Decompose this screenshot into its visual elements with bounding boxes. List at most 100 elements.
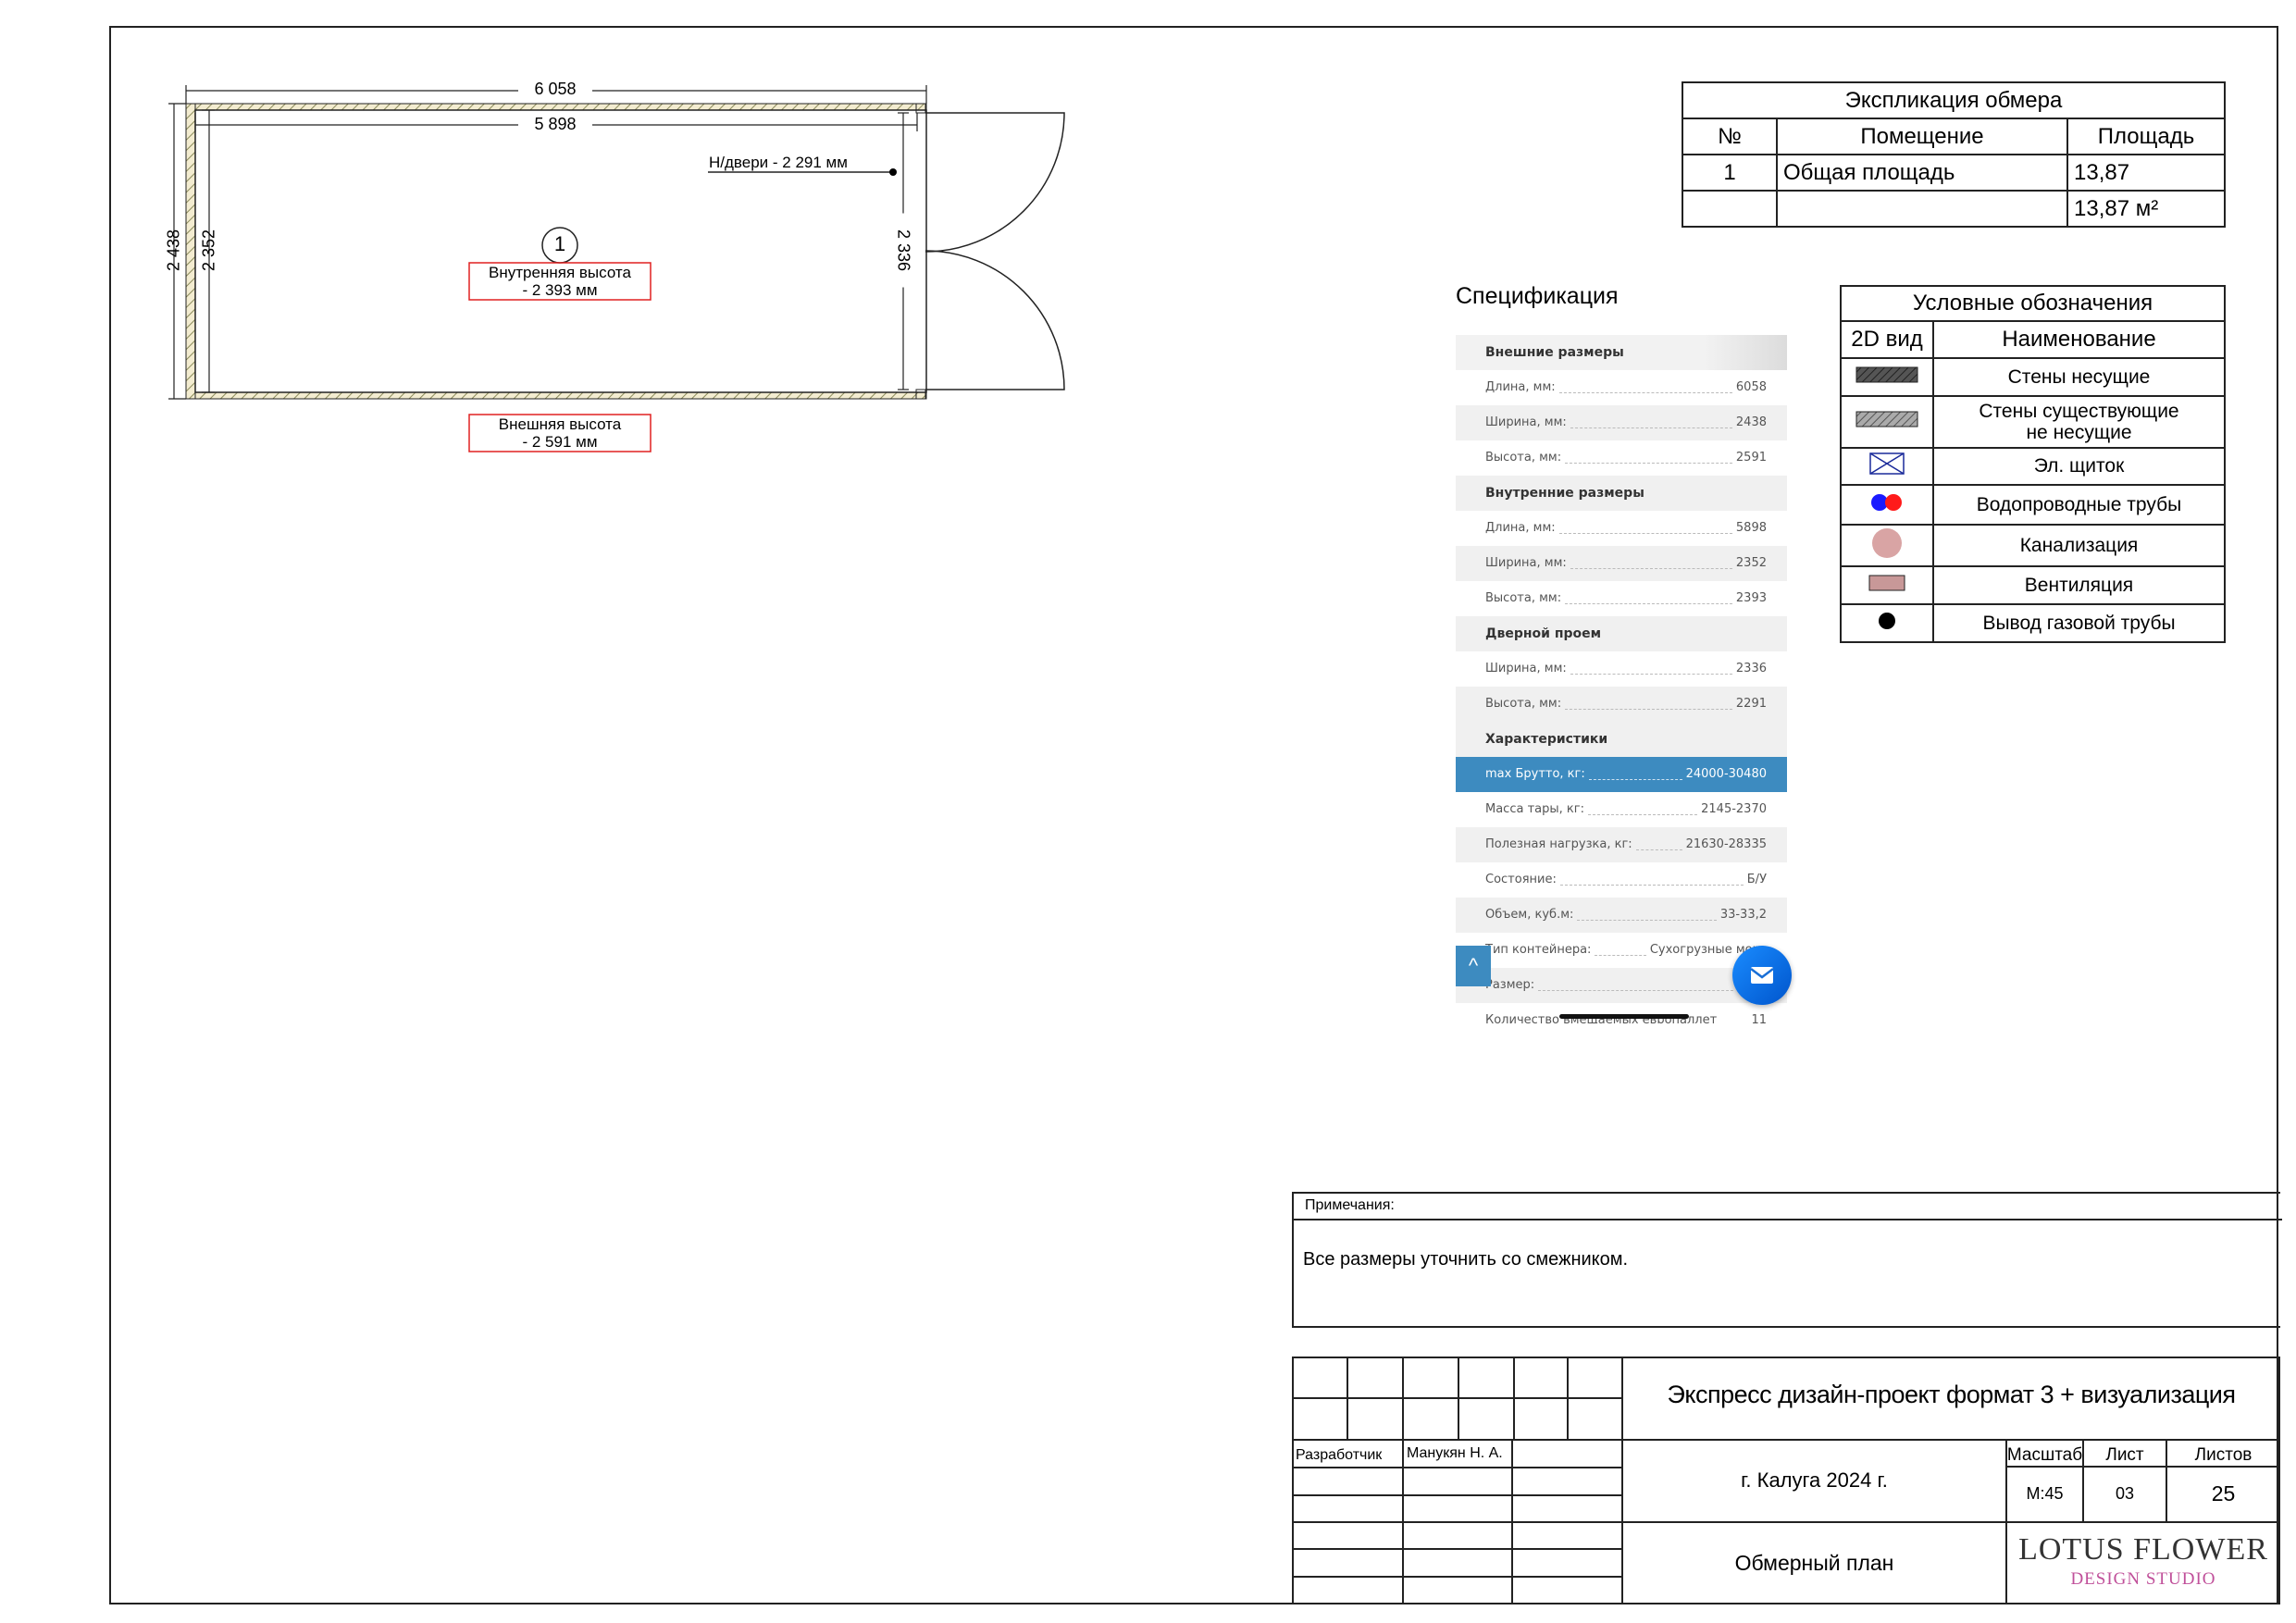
spec-row: Ширина, мм: 2336 [1456, 651, 1787, 687]
logo-top: LOTUS FLOWER [2018, 1532, 2268, 1567]
dim-inner-length: 5 898 [518, 115, 592, 134]
sheet-title: Обмерный план [1734, 1551, 1894, 1575]
legend-name-bearing-wall: Стены несущие [1932, 357, 2226, 397]
legend-title: Условные обозначения [1840, 285, 2226, 322]
spec-label: Высота, мм: [1485, 697, 1562, 711]
explication-row-area: 13,87 [2066, 154, 2226, 192]
scale-label: Масштаб [2006, 1445, 2083, 1465]
outer-height-label: Внешняя высота - 2 591 мм [469, 415, 651, 451]
scroll-up-button[interactable]: ^ [1456, 946, 1491, 986]
water-pipes-icon [1871, 493, 1902, 511]
spec-value: 2145-2370 [1701, 802, 1767, 816]
logo-bottom: DESIGN STUDIO [2070, 1569, 2216, 1589]
title-block: Экспресс дизайн-проект формат 3 + визуал… [1292, 1357, 2280, 1604]
legend-name-gas-pipe: Вывод газовой трубы [1932, 603, 2226, 643]
city-year: г. Калуга 2024 г. [1741, 1468, 1888, 1492]
door-leaf-bottom [925, 250, 1065, 390]
spec-value: 2438 [1735, 415, 1767, 429]
spec-leader-dots [1577, 920, 1717, 921]
spec-leader-dots [1559, 533, 1732, 534]
spec-row: Объем, куб.м: 33-33,2 [1456, 898, 1787, 933]
spec-value: 33-33,2 [1719, 908, 1767, 922]
wall-bottom [185, 391, 927, 400]
outer-height-line-1: Внешняя высота [498, 415, 622, 433]
spec-label: Характеристики [1485, 732, 1608, 747]
spec-label: Полезная нагрузка, кг: [1485, 837, 1632, 851]
inner-height-line-1: Внутренняя высота [489, 264, 631, 281]
spec-row: Полезная нагрузка, кг: 21630-28335 [1456, 827, 1787, 862]
spec-row: Состояние: Б/У [1456, 862, 1787, 898]
spec-row: Длина, мм: 5898 [1456, 511, 1787, 546]
spec-leader-dots [1636, 849, 1682, 850]
spec-section-header: Внешние размеры [1456, 335, 1787, 370]
spec-leader-dots [1565, 709, 1732, 710]
notes-text: Все размеры уточнить со смежником. [1303, 1249, 1629, 1270]
spec-value: 2393 [1735, 591, 1767, 605]
spec-leader-dots [1570, 427, 1732, 428]
door-leaf-top [925, 112, 1065, 253]
spec-leader-dots [1595, 955, 1646, 956]
scroll-indicator [1559, 1014, 1689, 1019]
legend-header-view: 2D вид [1840, 320, 1934, 359]
spec-value: 2352 [1735, 556, 1767, 570]
spec-row: Высота, мм: 2591 [1456, 440, 1787, 476]
spec-section-header: Дверной проем [1456, 616, 1787, 651]
legend-name-non-bearing-wall: Стены существующие не несущие [1932, 395, 2226, 449]
spec-row: Длина, мм: 6058 [1456, 370, 1787, 405]
dim-door: 2 336 [893, 213, 913, 288]
bearing-wall-icon [1855, 366, 1918, 382]
spec-leader-dots [1560, 885, 1744, 886]
spec-leader-dots [1565, 463, 1732, 464]
spec-section-header: Внутренние размеры [1456, 476, 1787, 511]
sheets-label: Листов [2194, 1445, 2253, 1465]
explication-table: Экспликация обмера № Помещение Площадь 1… [1682, 81, 2226, 228]
sheet-value: 03 [2115, 1484, 2135, 1503]
spec-label: Длина, мм: [1485, 380, 1556, 394]
door-height-label: Н/двери - 2 291 мм [709, 154, 848, 171]
spec-row: Высота, мм: 2291 [1456, 687, 1787, 722]
project-title: Экспресс дизайн-проект формат 3 + визуал… [1667, 1381, 2236, 1408]
spec-section-header: Характеристики [1456, 722, 1787, 757]
specification-title: Спецификация [1456, 283, 1619, 309]
explication-header-room: Помещение [1776, 118, 2068, 155]
inner-height-line-2: - 2 393 мм [522, 281, 598, 299]
spec-value: 21630-28335 [1685, 837, 1767, 851]
spec-label: Длина, мм: [1485, 521, 1556, 535]
notes-box: Примечания: Все размеры уточнить со смеж… [1292, 1192, 2282, 1328]
spec-leader-dots [1565, 603, 1732, 604]
electrical-panel-icon [1869, 452, 1905, 475]
gas-pipe-icon [1879, 612, 1895, 629]
spec-label: Ширина, мм: [1485, 662, 1567, 675]
spec-label: Дверной проем [1485, 626, 1602, 641]
mail-button[interactable] [1732, 946, 1792, 1005]
explication-row-room: Общая площадь [1776, 154, 2068, 192]
dim-outer-length: 6 058 [518, 80, 592, 99]
spec-label: Тип контейнера: [1485, 943, 1592, 957]
spec-label: max Брутто, кг: [1485, 767, 1585, 781]
spec-leader-dots [1589, 779, 1682, 780]
legend-name-electrical-panel: Эл. щиток [1932, 447, 2226, 486]
spec-row: Ширина, мм: 2438 [1456, 405, 1787, 440]
spec-label: Объем, куб.м: [1485, 908, 1574, 922]
spec-row: Количество вмещаемых европаллет11 [1456, 1003, 1787, 1023]
wall-top [185, 103, 927, 111]
explication-total: 13,87 м² [2066, 190, 2226, 228]
wall-left [185, 103, 196, 400]
spec-value: Б/У [1746, 873, 1767, 886]
explication-title: Экспликация обмера [1682, 81, 2226, 119]
sheet-label: Лист [2105, 1445, 2144, 1465]
spec-value: 11 [1751, 1013, 1767, 1023]
spec-row: Масса тары, кг: 2145-2370 [1456, 792, 1787, 827]
spec-label: Размер: [1485, 978, 1535, 992]
notes-header: Примечания: [1305, 1197, 1395, 1213]
outer-height-line-2: - 2 591 мм [522, 433, 598, 451]
door-height-marker [889, 168, 897, 176]
explication-header-area: Площадь [2066, 118, 2226, 155]
spec-label: Внутренние размеры [1485, 486, 1644, 501]
spec-label: Ширина, мм: [1485, 415, 1567, 429]
explication-row-number: 1 [1682, 154, 1778, 192]
legend-header-name: Наименование [1932, 320, 2226, 359]
spec-value: 2591 [1735, 451, 1767, 465]
inner-height-label: Внутренняя высота - 2 393 мм [469, 264, 651, 299]
dim-outer-width: 2 438 [164, 229, 183, 272]
